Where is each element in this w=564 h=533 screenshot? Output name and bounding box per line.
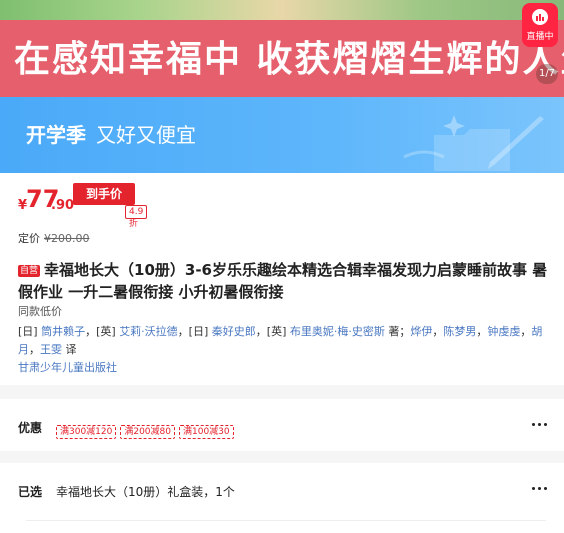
list-price-value: ¥200.00 (44, 232, 90, 245)
product-title-text: 幸福地长大（10册）3-6岁乐乐趣绘本精选合辑幸福发现力启蒙睡前故事 暑假作业 … (18, 261, 548, 301)
author-separator: ， (432, 325, 444, 338)
more-icon[interactable] (532, 423, 548, 427)
coupon-tag[interactable]: 满300减120 (56, 425, 117, 439)
more-icon[interactable] (532, 487, 548, 491)
hand-price-badge: 到手价 (73, 183, 135, 205)
author-separator: ，[英] (255, 325, 290, 338)
authors-line: [日] 筒井赖子，[英] 艾莉·沃拉德，[日] 秦好史郎，[英] 布里奥妮·梅·… (18, 323, 552, 359)
coupon-list: 满300减120 满200减80 满100减30 (56, 419, 238, 439)
live-icon (532, 9, 548, 25)
live-stream-button[interactable]: 直播中 (522, 3, 558, 47)
discount-badge: 4.9折 (125, 205, 148, 229)
product-title: 自营 幸福地长大（10册）3-6岁乐乐趣绘本精选合辑幸福发现力启蒙睡前故事 暑假作… (18, 259, 548, 303)
author-separator: ， (520, 325, 532, 338)
selected-spec-value: 幸福地长大（10册）礼盒装，1个 (56, 485, 235, 499)
author-link[interactable]: 秦好史郎 (212, 325, 256, 338)
translator-link[interactable]: 王雯 (40, 343, 62, 356)
divider (26, 520, 546, 521)
product-image-banner[interactable]: 在感知幸福中 收获熠熠生辉的人生 1/7 (0, 0, 564, 97)
promo-title: 开学季 (26, 123, 86, 147)
coupon-tag[interactable]: 满100减30 (179, 425, 234, 439)
list-price: 定价 ¥200.00 (18, 230, 90, 246)
banner-headline: 在感知幸福中 收获熠熠生辉的人生 (14, 39, 564, 80)
translator-link[interactable]: 陈梦男 (443, 325, 476, 338)
list-price-label: 定价 (18, 232, 40, 245)
author-separator: ， (29, 343, 40, 356)
publisher-link[interactable]: 甘肃少年儿童出版社 (18, 359, 117, 375)
translator-link[interactable]: 钟虔虔 (487, 325, 520, 338)
author-link[interactable]: 筒井赖子 (41, 325, 85, 338)
author-separator: ，[英] (85, 325, 120, 338)
selected-spec-row[interactable]: 已选 幸福地长大（10册）礼盒装，1个 (0, 463, 564, 533)
author-link[interactable]: 布里奥妮·梅·史密斯 (290, 325, 385, 338)
author-separator: ，[日] (177, 325, 212, 338)
coupon-row[interactable]: 优惠 满300减120 满200减80 满100减30 (0, 399, 564, 451)
live-label: 直播中 (526, 32, 554, 42)
translator-role: 译 (62, 343, 77, 356)
promo-subtitle: 又好又便宜 (96, 123, 196, 147)
author-prefix: [日] (18, 325, 42, 338)
banner-image-strip (0, 0, 564, 20)
translator-link[interactable]: 烨伊 (410, 325, 432, 338)
author-role: 著； (384, 325, 411, 338)
coupon-tag[interactable]: 满200减80 (120, 425, 175, 439)
folder-pen-illustration (403, 115, 544, 171)
coupon-label: 优惠 (18, 421, 43, 435)
image-page-indicator: 1/7 (536, 64, 558, 84)
author-link[interactable]: 艾莉·沃拉德 (119, 325, 178, 338)
product-info-card: ¥ 77 .90 到手价 4.9折 定价 ¥200.00 自营 幸福地长大（10册）… (0, 173, 564, 385)
price-decimal: .90 (51, 198, 75, 213)
promo-text: 开学季 又好又便宜 (26, 119, 196, 148)
author-separator: ， (476, 325, 488, 338)
selected-label: 已选 (18, 485, 43, 499)
self-operated-tag: 自营 (18, 265, 41, 277)
same-low-price-label: 同款低价 (18, 305, 62, 318)
promo-banner[interactable]: 开学季 又好又便宜 (0, 97, 564, 173)
